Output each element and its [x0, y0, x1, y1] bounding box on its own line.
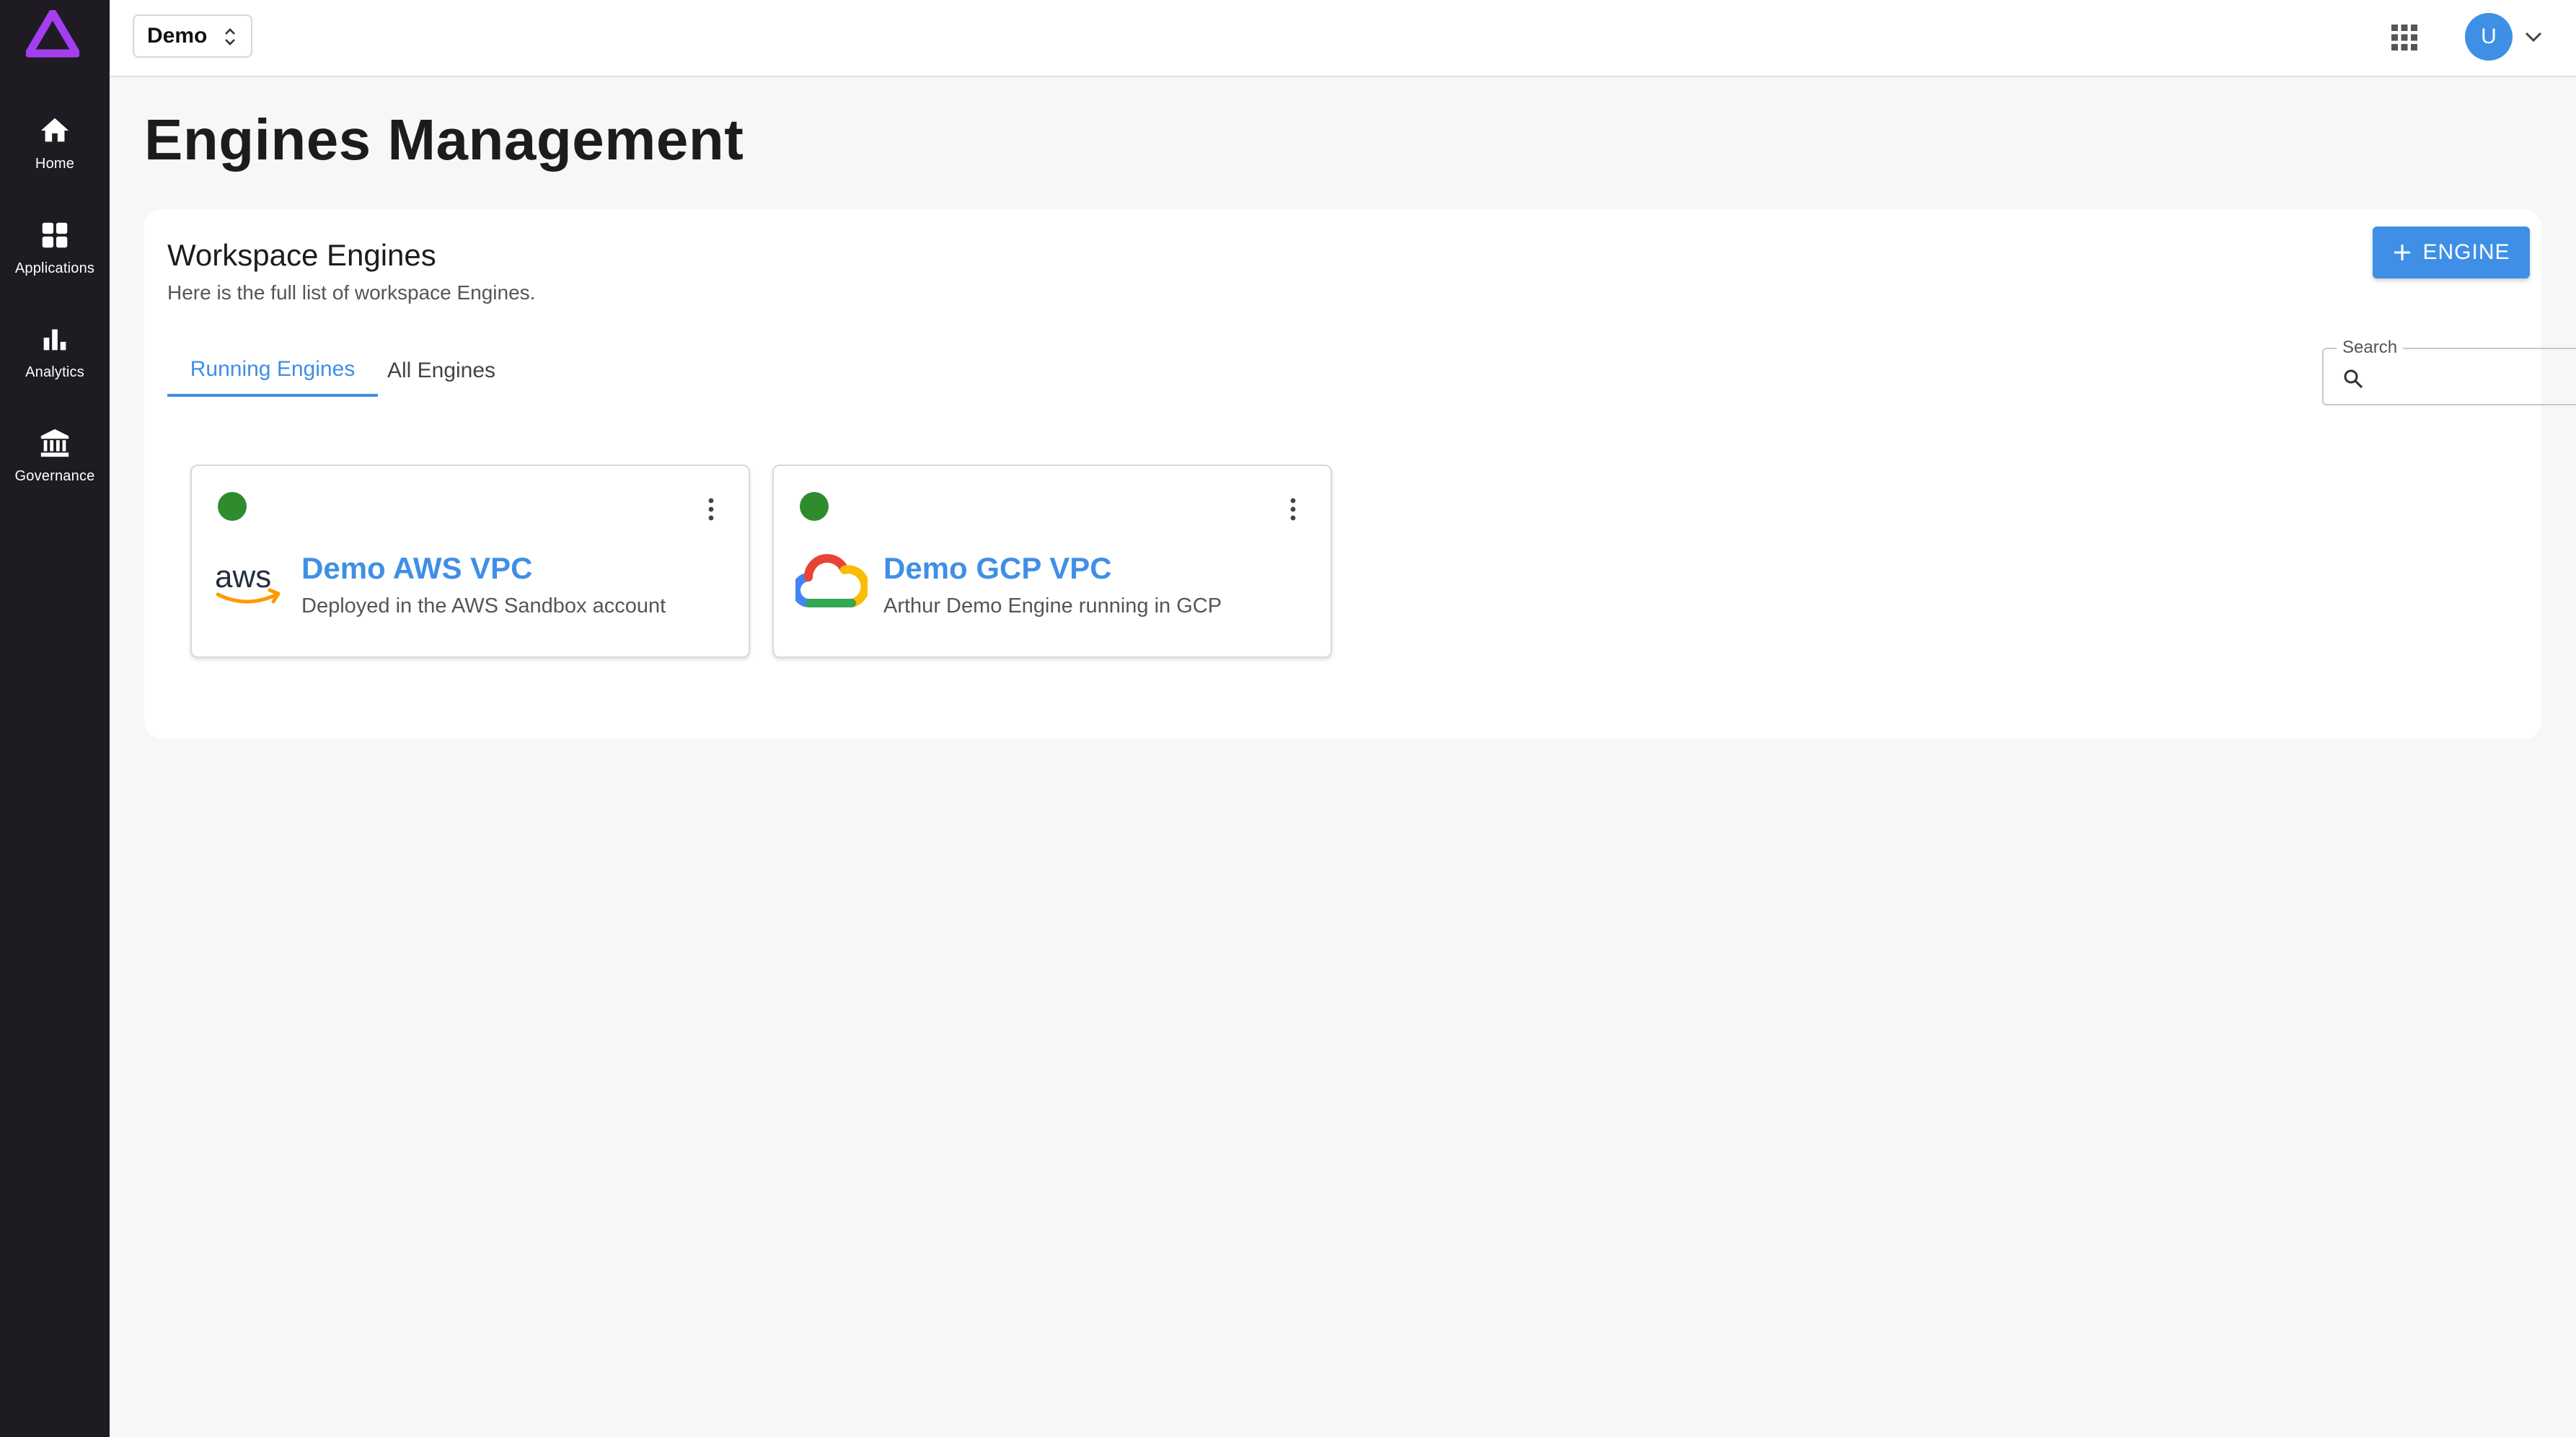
status-running-indicator [218, 492, 247, 521]
grid-icon [42, 222, 68, 248]
engine-card-gcp[interactable]: Demo GCP VPC Arthur Demo Engine running … [772, 465, 1332, 658]
search-field[interactable]: Search [2322, 338, 2576, 405]
engine-card-aws[interactable]: aws Demo AWS VPC Deployed in the AWS San… [190, 465, 750, 658]
more-options-icon[interactable] [704, 495, 718, 524]
sidebar-item-governance[interactable]: Governance [0, 413, 110, 506]
tab-all-engines[interactable]: All Engines [378, 345, 505, 397]
chevron-down-icon[interactable] [2523, 27, 2544, 46]
add-engine-button[interactable]: ENGINE [2373, 227, 2530, 278]
tab-running-engines[interactable]: Running Engines [167, 345, 378, 397]
engine-name[interactable]: Demo AWS VPC [301, 551, 533, 586]
add-engine-button-label: ENGINE [2422, 240, 2510, 264]
sidebar-item-label: Analytics [25, 364, 84, 380]
status-running-indicator [800, 492, 829, 521]
engine-name[interactable]: Demo GCP VPC [883, 551, 1112, 586]
arthur-logo[interactable] [26, 10, 79, 58]
engine-description: Arthur Demo Engine running in GCP [883, 594, 1222, 618]
search-icon [2344, 369, 2363, 389]
plus-icon [2394, 245, 2411, 260]
sidebar-item-home[interactable]: Home [0, 101, 110, 193]
search-input[interactable] [2374, 359, 2576, 395]
bar-chart-icon [43, 329, 66, 351]
avatar-initial: U [2481, 25, 2497, 48]
apps-grid-icon[interactable] [2390, 23, 2419, 52]
top-bar: Demo U [110, 0, 2576, 77]
sidebar: Home Applications Analytics Governance [0, 0, 110, 1437]
engine-description: Deployed in the AWS Sandbox account [301, 594, 666, 618]
workspace-engines-card: Workspace Engines Here is the full list … [144, 209, 2576, 739]
sidebar-item-applications[interactable]: Applications [0, 206, 110, 298]
section-subtitle: Here is the full list of workspace Engin… [167, 281, 536, 304]
search-label: Search [2337, 338, 2404, 358]
home-icon [40, 118, 69, 142]
aws-logo-icon: aws [215, 559, 281, 604]
svg-text:aws: aws [215, 559, 271, 594]
unfold-chevrons-icon [225, 28, 235, 45]
workspace-select-value: Demo [147, 24, 208, 48]
page-title: Engines Management [144, 107, 744, 172]
sidebar-item-label: Applications [14, 260, 95, 276]
sidebar-item-label: Governance [14, 468, 95, 484]
google-cloud-logo-icon [795, 554, 868, 607]
sidebar-item-analytics[interactable]: Analytics [0, 309, 110, 402]
avatar[interactable]: U [2465, 13, 2513, 61]
section-title: Workspace Engines [167, 238, 436, 272]
sidebar-item-label: Home [35, 156, 75, 172]
bank-icon [40, 429, 69, 457]
workspace-select[interactable]: Demo [133, 14, 252, 58]
app-root: Home Applications Analytics Governance D… [0, 0, 2576, 1437]
more-options-icon[interactable] [1286, 495, 1300, 524]
